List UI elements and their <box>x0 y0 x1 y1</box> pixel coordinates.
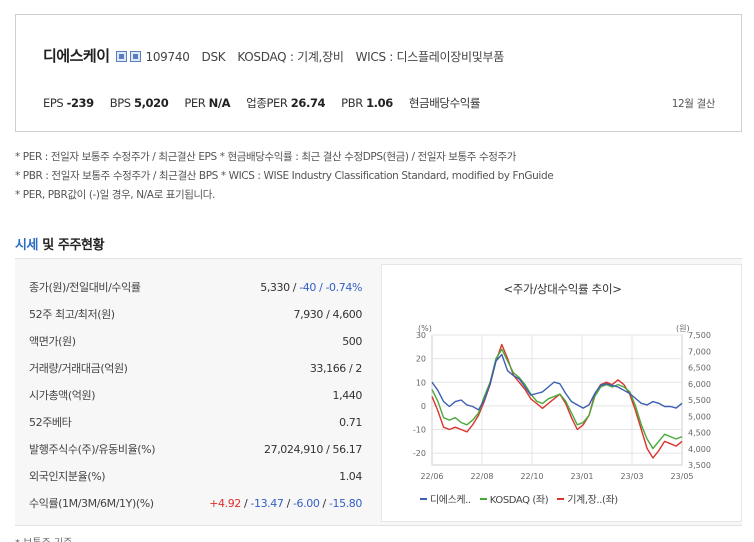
row-value: 27,024,910 / 56.17 <box>264 442 362 456</box>
bottom-note: * 보통주 기준 <box>15 534 72 542</box>
legend-item: 디에스케.. <box>420 491 471 506</box>
table-row: 거래량/거래대금(억원) 33,166 / 2 <box>29 358 362 378</box>
footnote-pbr: * PBR : 전일자 보통주 수정주가 / 최근결산 BPS * WICS :… <box>15 170 554 182</box>
legend-item: 기계,장..(좌) <box>557 491 618 506</box>
row-label: 외국인지분율(%) <box>29 470 106 483</box>
company-summary-box: 디에스케이 109740 DSK KOSDAQ : 기계,장비 WICS : 디… <box>15 14 742 132</box>
chart-legend: 디에스케.. KOSDAQ (좌) 기계,장..(좌) <box>420 491 627 506</box>
stat-bps: BPS 5,020 <box>109 96 169 110</box>
row-value: 1.04 <box>339 469 362 483</box>
x-tick-label: 22/10 <box>520 472 543 481</box>
legend-label: KOSDAQ (좌) <box>489 495 549 506</box>
settlement-month: 12월 결산 <box>671 98 716 110</box>
footnote-per: * PER : 전일자 보통주 수정주가 / 최근결산 EPS * 현금배당수익… <box>15 151 517 163</box>
stat-dividend-yield: 현금배당수익률 <box>408 96 481 110</box>
footnote-negative: * PER, PBR값이 (-)일 경우, N/A로 표기됩니다. <box>15 189 215 201</box>
return-value: +4.92 <box>209 496 241 510</box>
y-left-unit: (%) <box>418 324 432 333</box>
key-stats-row: EPS -239 BPS 5,020 PER N/A 업종PER 26.74 P… <box>43 95 715 111</box>
y-left-tick-label: -20 <box>413 449 426 458</box>
stat-industry-per: 업종PER 26.74 <box>246 96 326 110</box>
return-separator: / <box>240 496 251 510</box>
x-tick-label: 22/08 <box>470 472 493 481</box>
y-left-tick-label: 20 <box>416 355 426 364</box>
row-label: 종가(원)/전일대비/수익률 <box>29 281 141 294</box>
y-right-unit: (원) <box>676 324 690 333</box>
return-separator: / <box>319 496 329 510</box>
row-value: 1,440 <box>332 388 363 402</box>
y-right-tick-label: 4,000 <box>688 445 711 454</box>
row-label: 시가총액(억원) <box>29 389 96 402</box>
table-row: 종가(원)/전일대비/수익률 5,330 / -40 / -0.74% <box>29 277 362 297</box>
market-panel: 종가(원)/전일대비/수익률 5,330 / -40 / -0.74% 52주 … <box>15 258 742 526</box>
table-row: 외국인지분율(%) 1.04 <box>29 466 362 486</box>
legend-swatch <box>420 497 427 500</box>
return-separator: / <box>283 496 293 510</box>
market-table: 종가(원)/전일대비/수익률 5,330 / -40 / -0.74% 52주 … <box>15 259 380 527</box>
table-row: 52주베타 0.71 <box>29 412 362 432</box>
table-row: 52주 최고/최저(원) 7,930 / 4,600 <box>29 304 362 324</box>
price-chart: <주가/상대수익률 추이> 30 20 10 0 -10 -20 7,500 7,000 6,5… <box>381 264 742 522</box>
company-header-row: 디에스케이 109740 DSK KOSDAQ : 기계,장비 WICS : 디… <box>43 45 504 66</box>
row-value: 5,330 / -40 / -0.74% <box>260 280 362 294</box>
x-tick-label: 23/01 <box>570 472 593 481</box>
legend-swatch <box>557 497 565 500</box>
return-value: -6.00 <box>292 496 320 510</box>
stat-per: PER N/A <box>184 96 231 110</box>
legend-swatch <box>479 497 487 500</box>
y-left-tick-label: 10 <box>416 378 426 387</box>
x-tick-label: 23/05 <box>670 472 693 481</box>
y-left-tick-label: 0 <box>421 402 426 411</box>
table-row: 액면가(원) 500 <box>29 331 362 351</box>
company-name: 디에스케이 <box>43 47 110 65</box>
row-label: 거래량/거래대금(억원) <box>29 362 128 375</box>
stock-ticker: DSK <box>201 50 226 64</box>
category-badge-icon <box>129 51 141 62</box>
section-title: 시세 및 주주현황 <box>15 238 105 253</box>
y-right-tick-label: 5,000 <box>688 412 711 421</box>
return-value: -15.80 <box>328 496 362 510</box>
y-right-tick-label: 7,000 <box>688 347 711 356</box>
row-label: 수익률(1M/3M/6M/1Y)(%) <box>29 497 154 510</box>
y-right-tick-label: 7,500 <box>688 331 711 340</box>
row-label: 52주 최고/최저(원) <box>29 308 115 321</box>
row-value: 0.71 <box>339 415 362 429</box>
row-label: 52주베타 <box>29 416 72 429</box>
stat-pbr: PBR 1.06 <box>341 96 393 110</box>
table-row: 시가총액(억원) 1,440 <box>29 385 362 405</box>
row-value: 500 <box>342 334 362 348</box>
legend-item: KOSDAQ (좌) <box>479 491 549 506</box>
chart-canvas: 3020100-10-207,5007,0006,5006,0005,5005,… <box>413 324 711 481</box>
kosdaq-badge-icon <box>115 51 127 62</box>
return-value: -13.47 <box>250 496 284 510</box>
x-tick-label: 22/06 <box>420 472 443 481</box>
row-label: 발행주식수(주)/유동비율(%) <box>29 443 156 456</box>
table-row: 수익률(1M/3M/6M/1Y)(%) +4.92 / -13.47 / -6.… <box>29 493 362 513</box>
y-right-tick-label: 6,000 <box>688 380 711 389</box>
wics-sector: WICS : 디스플레이장비및부품 <box>355 50 505 64</box>
y-right-tick-label: 6,500 <box>688 364 711 373</box>
market-sector: KOSDAQ : 기계,장비 <box>237 50 344 64</box>
returns-value: +4.92 / -13.47 / -6.00 / -15.80 <box>209 497 362 510</box>
legend-label: 기계,장..(좌) <box>567 495 618 506</box>
x-tick-label: 23/03 <box>620 472 643 481</box>
stock-code: 109740 <box>145 50 190 64</box>
plot-frame <box>431 334 683 466</box>
footnotes: * PER : 전일자 보통주 수정주가 / 최근결산 EPS * 현금배당수익… <box>15 148 554 205</box>
table-row: 발행주식수(주)/유동비율(%) 27,024,910 / 56.17 <box>29 439 362 459</box>
stat-eps: EPS -239 <box>43 96 94 110</box>
y-right-tick-label: 3,500 <box>688 461 711 470</box>
legend-label: 디에스케.. <box>430 495 471 506</box>
y-right-tick-label: 4,500 <box>688 429 711 438</box>
row-value: 7,930 / 4,600 <box>293 307 363 321</box>
y-left-tick-label: -10 <box>413 426 426 435</box>
row-label: 액면가(원) <box>29 335 76 348</box>
y-right-tick-label: 5,500 <box>688 396 711 405</box>
row-value: 33,166 / 2 <box>309 361 363 375</box>
